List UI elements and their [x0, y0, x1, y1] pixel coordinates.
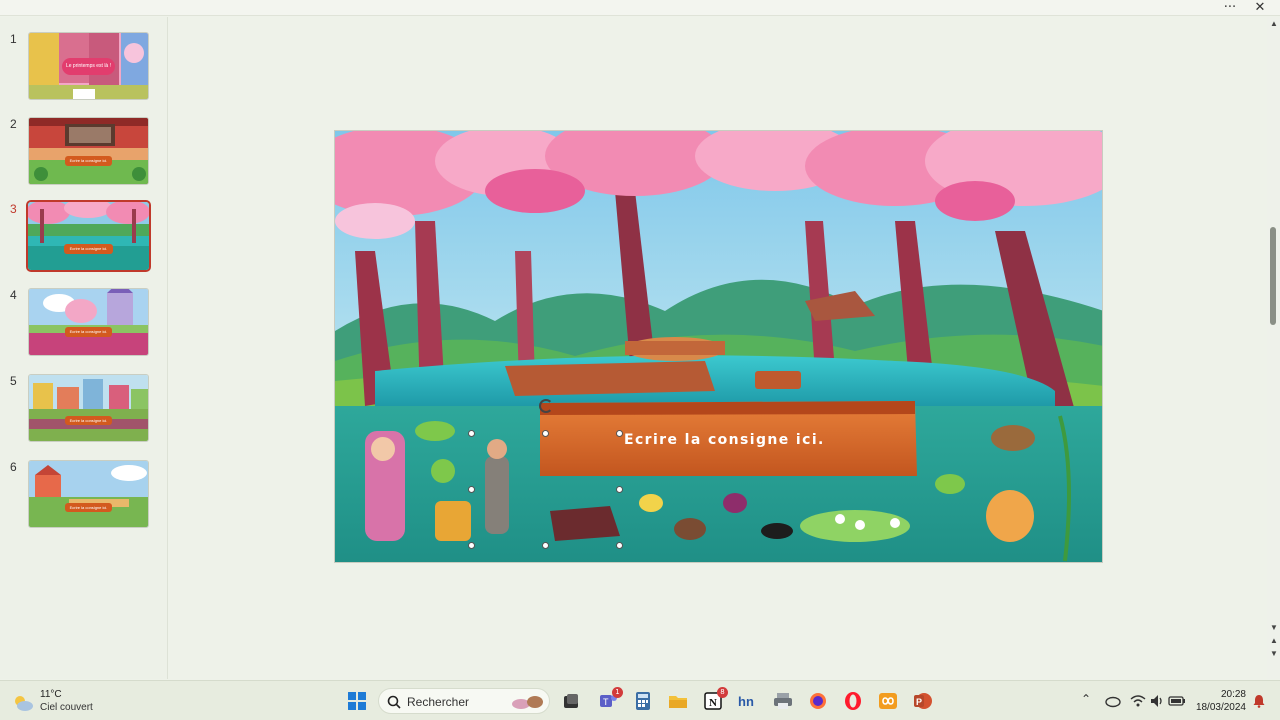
taskbar-search-box[interactable]: Rechercher — [378, 688, 550, 714]
slide-thumbnail-3[interactable]: Ecrire la consigne ici. — [26, 200, 151, 272]
selection-handle[interactable] — [616, 542, 623, 549]
slide-number: 2 — [10, 117, 17, 131]
slide-lake-illustration — [335, 131, 1102, 562]
chevron-up-icon[interactable]: ⌃ — [1081, 692, 1091, 706]
printer-icon[interactable] — [773, 691, 793, 711]
thumb-city-scene — [29, 375, 148, 441]
opera-icon[interactable] — [843, 691, 863, 711]
thumb-house-scene — [29, 118, 148, 184]
selection-handle[interactable] — [468, 542, 475, 549]
powerpoint-icon[interactable]: P — [913, 691, 933, 711]
wifi-icon[interactable] — [1130, 693, 1146, 709]
vertical-scrollbar[interactable]: ▲ ▼ ▲ ▼ — [1267, 17, 1280, 679]
slide-number: 5 — [10, 374, 17, 388]
onedrive-icon[interactable] — [1103, 693, 1121, 709]
slide-thumbnail-row-5: 5 Ecrire la consigne ici. — [0, 374, 168, 450]
notion-icon[interactable]: N 8 — [703, 687, 728, 711]
current-slide[interactable] — [334, 130, 1103, 563]
battery-icon[interactable] — [1168, 693, 1186, 709]
taskbar: 11°C Ciel couvert Rechercher T 1 N 8 hn — [0, 680, 1280, 720]
next-slide-icon[interactable]: ▼ — [1269, 649, 1279, 658]
weather-cloud-icon — [15, 696, 33, 711]
scroll-up-icon[interactable]: ▲ — [1269, 19, 1279, 28]
slide-thumbnail-row-1: 1 Le printemps est là ! — [0, 32, 168, 108]
slide-thumbnail-row-4: 4 Ecrire la consigne ici. — [0, 288, 168, 364]
windows-start-icon[interactable] — [347, 691, 367, 711]
svg-text:P: P — [916, 697, 922, 707]
svg-text:N: N — [709, 697, 717, 709]
task-view-icon[interactable] — [561, 691, 581, 711]
title-bar: ··· ✕ — [0, 0, 1280, 16]
slide-thumbnail-row-3: 3 Ecrire la consigne ici. — [0, 200, 168, 278]
slide-number: 1 — [10, 32, 17, 46]
volume-icon[interactable] — [1149, 693, 1165, 709]
taskbar-clock[interactable]: 20:28 18/03/2024 — [1188, 688, 1246, 714]
slide-number: 3 — [10, 202, 17, 216]
notification-bell-icon[interactable] — [1252, 694, 1266, 708]
thumb-park-scene — [29, 461, 148, 527]
selection-handle[interactable] — [542, 430, 549, 437]
thumb-lake-scene — [28, 202, 149, 270]
slide-number: 6 — [10, 460, 17, 474]
scrollbar-thumb[interactable] — [1270, 227, 1276, 325]
previous-slide-icon[interactable]: ▲ — [1269, 636, 1279, 645]
thumb-castle-scene — [29, 289, 148, 355]
slide-thumbnail-5[interactable]: Ecrire la consigne ici. — [28, 374, 149, 442]
slide-thumbnail-panel: 1 Le printemps est là ! 2 Ecrire la cons… — [0, 17, 168, 679]
slide-thumbnail-row-2: 2 Ecrire la consigne ici. — [0, 117, 168, 193]
clock-time: 20:28 — [1220, 689, 1246, 700]
thumb-instruction-banner: Ecrire la consigne ici. — [64, 503, 113, 513]
selection-handle[interactable] — [468, 430, 475, 437]
firefox-icon[interactable] — [808, 691, 828, 711]
weather-condition: Ciel couvert — [40, 702, 93, 713]
infinity-icon[interactable] — [878, 691, 898, 711]
more-options-button[interactable]: ··· — [1218, 0, 1242, 16]
slide-number: 4 — [10, 288, 17, 302]
weather-temperature: 11°C — [40, 689, 62, 700]
instruction-text-box[interactable]: Ecrire la consigne ici. — [624, 432, 825, 448]
thumb-instruction-banner: Ecrire la consigne ici. — [64, 156, 113, 166]
search-highlight-icon — [512, 696, 543, 709]
slide-thumbnail-row-6: 6 Ecrire la consigne ici. — [0, 460, 168, 536]
rotate-handle-icon[interactable] — [539, 399, 553, 413]
selection-handle[interactable] — [616, 486, 623, 493]
search-icon — [387, 695, 401, 709]
hn-icon[interactable]: hn — [738, 691, 758, 711]
selection-handle[interactable] — [616, 430, 623, 437]
selection-handle[interactable] — [542, 542, 549, 549]
thumb-instruction-banner: Ecrire la consigne ici. — [64, 327, 113, 337]
svg-text:T: T — [603, 697, 609, 707]
selection-handle[interactable] — [468, 486, 475, 493]
calculator-icon[interactable] — [633, 691, 653, 711]
file-explorer-icon[interactable] — [668, 691, 688, 711]
thumb-instruction-banner: Ecrire la consigne ici. — [64, 244, 113, 254]
search-placeholder: Rechercher — [407, 695, 470, 709]
slide-thumbnail-4[interactable]: Ecrire la consigne ici. — [28, 288, 149, 356]
slide-thumbnail-6[interactable]: Ecrire la consigne ici. — [28, 460, 149, 528]
svg-text:hn: hn — [738, 694, 754, 709]
notion-notification-badge: 8 — [717, 687, 728, 698]
thumb-instruction-banner: Ecrire la consigne ici. — [64, 415, 113, 426]
scroll-down-icon[interactable]: ▼ — [1269, 623, 1279, 632]
teams-notification-badge: 1 — [612, 687, 623, 698]
slide-thumbnail-2[interactable]: Ecrire la consigne ici. — [28, 117, 149, 185]
thumb-title-banner: Le printemps est là ! — [62, 58, 115, 76]
slide-thumbnail-1[interactable]: Le printemps est là ! — [28, 32, 149, 100]
close-button[interactable]: ✕ — [1248, 0, 1272, 16]
teams-icon[interactable]: T 1 — [598, 687, 623, 711]
clock-date: 18/03/2024 — [1195, 702, 1246, 713]
